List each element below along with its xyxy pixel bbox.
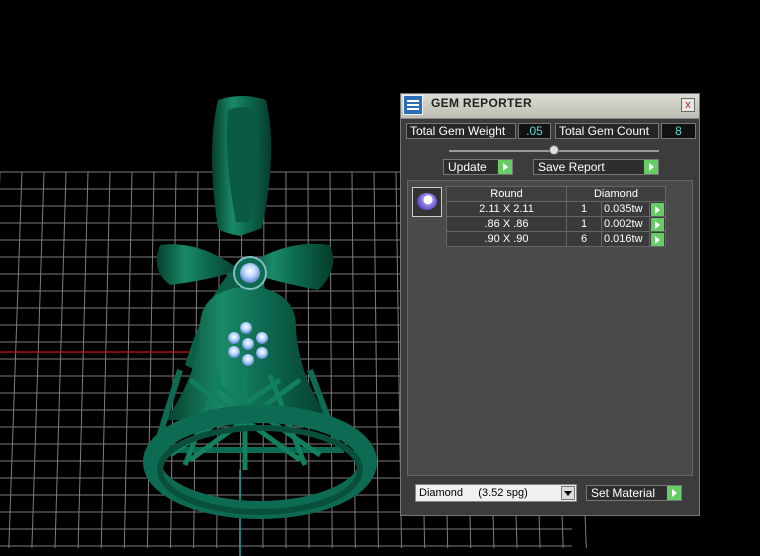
total-gem-weight-value: .05 (518, 123, 551, 139)
report-icon (403, 95, 423, 115)
play-arrow-icon (497, 160, 512, 174)
gem-weight: 0.002tw (601, 216, 650, 232)
total-gem-count-label: Total Gem Count (555, 123, 659, 139)
play-arrow-icon (651, 217, 664, 231)
shape-header: Round (446, 186, 567, 202)
row-action-button[interactable] (649, 201, 666, 217)
gem-weight: 0.035tw (601, 201, 650, 217)
gem-table: Round Diamond 2.11 X 2.11 1 0.035tw .86 … (446, 186, 666, 247)
play-arrow-icon (651, 202, 664, 216)
chevron-down-icon[interactable] (561, 486, 575, 500)
bell-pendant-model (143, 96, 377, 519)
play-arrow-icon (651, 232, 664, 246)
gem-count: 1 (566, 201, 602, 217)
gem-reporter-panel: GEM REPORTER x Total Gem Weight .05 Tota… (400, 93, 700, 516)
set-material-button-label: Set Material (591, 486, 656, 500)
slider-thumb[interactable] (549, 145, 559, 155)
material-select-value: Diamond (3.52 spg) (419, 487, 528, 499)
total-gem-weight-label: Total Gem Weight (406, 123, 516, 139)
table-row[interactable]: .86 X .86 1 0.002tw (446, 216, 666, 232)
save-report-button-label: Save Report (538, 160, 605, 174)
round-diamond-icon[interactable] (412, 187, 442, 217)
total-gem-count-value: 8 (661, 123, 696, 139)
gem-table-header: Round Diamond (446, 186, 666, 202)
play-arrow-icon (643, 160, 658, 174)
panel-titlebar[interactable]: GEM REPORTER x (401, 94, 699, 119)
gem-list: Round Diamond 2.11 X 2.11 1 0.035tw .86 … (407, 180, 693, 476)
set-material-button[interactable]: Set Material (586, 485, 682, 501)
gem-size: 2.11 X 2.11 (446, 201, 567, 217)
row-action-button[interactable] (649, 216, 666, 232)
gem-count: 1 (566, 216, 602, 232)
gem-size: .90 X .90 (446, 231, 567, 247)
material-header: Diamond (566, 186, 666, 202)
gem-weight: 0.016tw (601, 231, 650, 247)
close-button[interactable]: x (681, 98, 695, 112)
update-button[interactable]: Update (443, 159, 513, 175)
table-row[interactable]: .90 X .90 6 0.016tw (446, 231, 666, 247)
row-action-button[interactable] (649, 231, 666, 247)
gem-count: 6 (566, 231, 602, 247)
table-row[interactable]: 2.11 X 2.11 1 0.035tw (446, 201, 666, 217)
material-select[interactable]: Diamond (3.52 spg) (415, 484, 577, 502)
save-report-button[interactable]: Save Report (533, 159, 659, 175)
update-button-label: Update (448, 160, 487, 174)
panel-title: GEM REPORTER (431, 96, 532, 110)
gem-size: .86 X .86 (446, 216, 567, 232)
play-arrow-icon (666, 486, 681, 500)
